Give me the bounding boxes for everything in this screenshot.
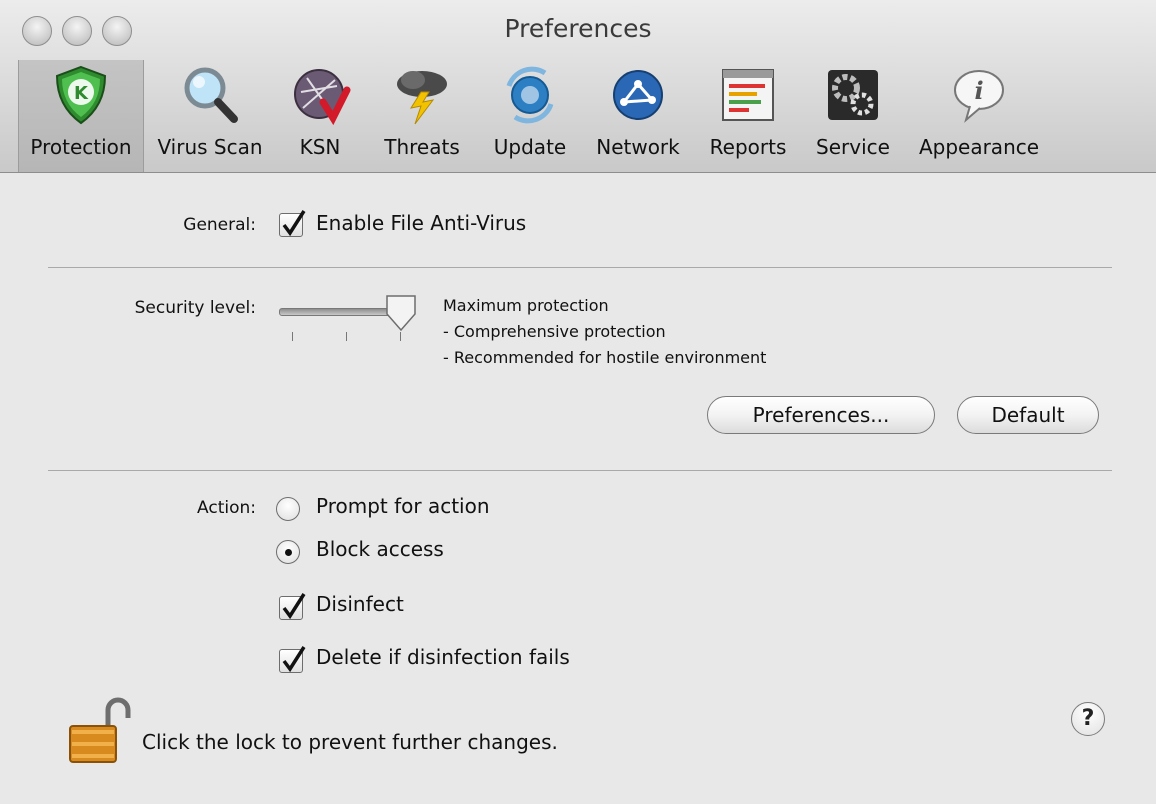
title-toolbar: Preferences K Protection Virus Scan KSN … — [0, 0, 1156, 173]
block-access-label: Block access — [316, 537, 444, 561]
security-level-title: Maximum protection — [443, 296, 609, 315]
toolbar-item-virus-scan[interactable]: Virus Scan — [150, 60, 270, 172]
help-button[interactable]: ? — [1071, 702, 1105, 736]
toolbar-label: Reports — [709, 135, 787, 159]
security-level-slider-thumb[interactable] — [385, 294, 417, 332]
block-access-radio[interactable] — [276, 540, 300, 564]
gears-icon — [828, 70, 878, 120]
security-level-detail-2: - Recommended for hostile environment — [443, 348, 767, 367]
enable-file-antivirus-checkbox[interactable] — [279, 210, 306, 237]
lock-message: Click the lock to prevent further change… — [142, 730, 558, 754]
toolbar-item-protection[interactable]: K Protection — [18, 60, 144, 172]
info-bubble-icon: i — [954, 70, 1004, 123]
toolbar-label: Network — [596, 135, 680, 159]
shield-k-icon: K — [55, 65, 107, 125]
checkmark-icon — [282, 593, 306, 620]
toolbar-label: Appearance — [918, 135, 1040, 159]
storm-cloud-icon — [397, 71, 447, 125]
preferences-window: Preferences K Protection Virus Scan KSN … — [0, 0, 1156, 804]
disinfect-checkbox[interactable] — [279, 593, 306, 620]
general-label: General: — [183, 215, 256, 235]
update-globe-icon — [506, 66, 554, 124]
action-label: Action: — [197, 498, 256, 518]
enable-file-antivirus-label: Enable File Anti-Virus — [316, 211, 527, 235]
report-chart-icon — [722, 69, 774, 121]
slider-tick — [292, 332, 293, 341]
toolbar-item-appearance[interactable]: i Appearance — [906, 60, 1052, 172]
delete-if-disinfection-fails-checkbox[interactable] — [279, 646, 306, 673]
toolbar-item-ksn[interactable]: KSN — [280, 60, 360, 172]
toolbar-item-network[interactable]: Network — [588, 60, 688, 172]
toolbar-label: Service — [816, 135, 890, 159]
svg-text:K: K — [74, 83, 89, 104]
slider-tick — [400, 332, 401, 341]
network-globe-icon — [613, 70, 663, 120]
security-level-label: Security level: — [134, 298, 256, 318]
security-level-detail-1: - Comprehensive protection — [443, 322, 666, 341]
slider-tick — [346, 332, 347, 341]
radio-selected-dot — [285, 549, 292, 556]
toolbar-label: Threats — [384, 135, 460, 159]
prompt-for-action-label: Prompt for action — [316, 494, 490, 518]
svg-text:i: i — [974, 76, 983, 105]
window-title: Preferences — [504, 14, 652, 43]
checkmark-icon — [282, 210, 306, 237]
delete-if-disinfection-fails-label: Delete if disinfection fails — [316, 645, 570, 669]
toolbar-label: KSN — [299, 135, 341, 159]
toolbar-label: Update — [493, 135, 567, 159]
toolbar-item-reports[interactable]: Reports — [700, 60, 796, 172]
separator — [48, 267, 1112, 268]
toolbar-label: Protection — [30, 135, 132, 159]
disinfect-label: Disinfect — [316, 592, 404, 616]
toolbar-label: Virus Scan — [157, 135, 263, 159]
preferences-button[interactable]: Preferences... — [707, 396, 935, 434]
checkmark-icon — [282, 646, 306, 673]
toolbar-item-update[interactable]: Update — [482, 60, 578, 172]
ksn-globe-icon — [294, 69, 351, 126]
padlock-unlocked-icon[interactable] — [68, 696, 132, 766]
prompt-for-action-radio[interactable] — [276, 497, 300, 521]
separator — [48, 470, 1112, 471]
toolbar-item-threats[interactable]: Threats — [372, 60, 472, 172]
toolbar-item-service[interactable]: Service — [806, 60, 900, 172]
default-button[interactable]: Default — [957, 396, 1099, 434]
magnifier-icon — [184, 67, 238, 123]
